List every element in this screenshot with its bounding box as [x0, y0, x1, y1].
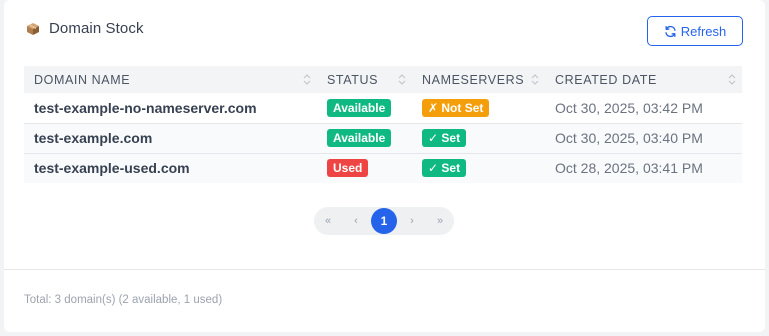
card-header: Domain Stock Refresh — [4, 0, 765, 62]
last-page-button[interactable]: » — [427, 208, 453, 234]
domain-name-cell: test-example.com — [34, 130, 153, 146]
created-date-cell: Oct 28, 2025, 03:41 PM — [555, 160, 703, 177]
column-header-status[interactable]: STATUS — [317, 66, 412, 93]
nameserver-badge: ✓ Set — [422, 159, 467, 178]
refresh-label: Refresh — [680, 23, 727, 39]
footer-summary: Total: 3 domain(s) (2 available, 1 used) — [24, 294, 223, 306]
title-wrap: Domain Stock — [26, 20, 144, 37]
sort-icon — [398, 74, 406, 85]
column-header-nameservers[interactable]: NAMESERVERS — [412, 66, 545, 93]
page-1-button[interactable]: 1 — [371, 208, 397, 234]
created-date-cell: Oct 30, 2025, 03:42 PM — [555, 99, 703, 116]
refresh-button[interactable]: Refresh — [647, 16, 743, 46]
refresh-icon — [665, 25, 676, 37]
footer-divider — [4, 269, 765, 270]
table-row[interactable]: test-example-no-nameserver.com Available… — [24, 93, 742, 123]
nameserver-badge: ✗ Not Set — [422, 98, 490, 117]
column-header-created-date[interactable]: CREATED DATE — [545, 66, 742, 93]
table-row[interactable]: test-example-used.com Used ✓ Set Oct 28,… — [24, 153, 742, 183]
domain-table: DOMAIN NAME STATUS NAMESERVERS CREATED D… — [24, 66, 742, 183]
table-header-row: DOMAIN NAME STATUS NAMESERVERS CREATED D… — [24, 66, 742, 93]
sort-icon — [303, 74, 311, 85]
package-icon — [26, 22, 40, 36]
nameserver-badge: ✓ Set — [422, 129, 467, 147]
pagination: « ‹ 1 › » — [314, 207, 454, 235]
page-title: Domain Stock — [49, 20, 144, 37]
next-page-button[interactable]: › — [399, 208, 425, 234]
sort-icon — [728, 74, 736, 85]
domain-stock-card: Domain Stock Refresh DOMAIN NAME STATUS … — [4, 0, 765, 332]
domain-name-cell: test-example-used.com — [34, 160, 190, 177]
sort-icon — [531, 74, 539, 85]
first-page-button[interactable]: « — [315, 208, 341, 234]
prev-page-button[interactable]: ‹ — [343, 208, 369, 234]
table-row[interactable]: test-example.com Available ✓ Set Oct 30,… — [24, 123, 742, 153]
created-date-cell: Oct 30, 2025, 03:40 PM — [555, 130, 703, 146]
status-badge: Available — [327, 129, 392, 147]
column-header-domain-name[interactable]: DOMAIN NAME — [24, 66, 317, 93]
status-badge: Used — [327, 159, 369, 178]
domain-name-cell: test-example-no-nameserver.com — [34, 99, 257, 116]
status-badge: Available — [327, 98, 392, 117]
